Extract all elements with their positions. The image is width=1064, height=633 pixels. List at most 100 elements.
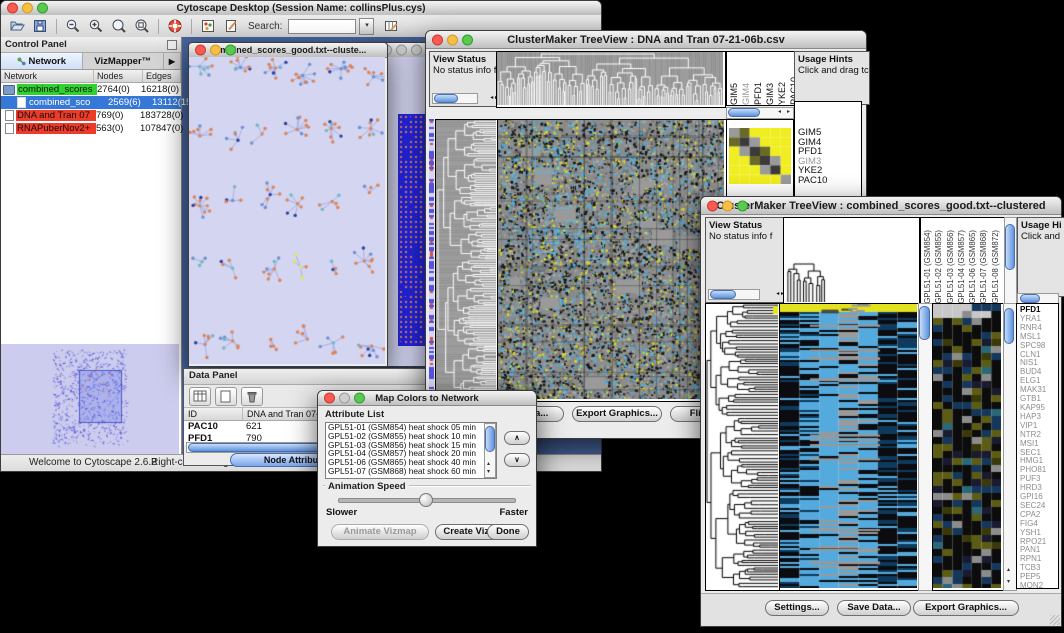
column-label[interactable]: GPL51-08 (GSM872)	[990, 230, 1001, 304]
new-attribute-icon[interactable]	[215, 387, 237, 406]
column-label[interactable]: GPL51-04 (GSM857)	[956, 230, 967, 304]
done-button[interactable]: Done	[487, 524, 529, 540]
column-label[interactable]: GPL51-07 (GSM868)	[978, 230, 989, 304]
row-dendrogram[interactable]	[436, 120, 496, 399]
zoom-selected-icon[interactable]	[109, 17, 129, 35]
save-data-button[interactable]: Save Data...	[837, 600, 911, 616]
minimize-icon[interactable]	[339, 393, 350, 404]
zoom-window-icon[interactable]	[37, 3, 48, 14]
move-up-button[interactable]: ∧	[504, 431, 530, 445]
attribute-scrollbar[interactable]: ▴▾	[484, 423, 496, 478]
data-panel-title[interactable]: Data Panel	[184, 369, 431, 385]
button-footer: Settings... Save Data... Export Graphics…	[701, 593, 1061, 626]
open-session-button[interactable]	[7, 17, 27, 35]
window-controls[interactable]	[7, 3, 48, 14]
row-dendrogram[interactable]	[706, 304, 778, 588]
treeview-combined-titlebar[interactable]: ClusterMaker TreeView : combined_scores_…	[701, 197, 1061, 215]
network-nodes-count: 563(0)	[96, 123, 140, 134]
column-header[interactable]: Network	[1, 70, 94, 82]
tab-vizmapper[interactable]: VizMapper™	[83, 53, 165, 69]
select-attributes-icon[interactable]	[189, 387, 211, 406]
view-status-scrollbar[interactable]	[708, 289, 760, 300]
column-label[interactable]: GPL51-01 (GSM854)	[922, 230, 933, 304]
column-label[interactable]: YKE2	[777, 82, 788, 105]
column-header[interactable]: Nodes	[94, 70, 143, 82]
view-status-scrollbar[interactable]	[432, 93, 478, 104]
network-graph-view[interactable]	[189, 57, 385, 364]
column-label[interactable]: GIM5	[729, 83, 740, 105]
zoom-window-icon[interactable]	[354, 393, 365, 404]
minimize-icon[interactable]	[22, 3, 33, 14]
minimize-icon[interactable]	[447, 34, 458, 45]
animate-vizmap-button[interactable]: Animate Vizmap	[331, 524, 429, 540]
expression-heatmap[interactable]	[498, 120, 724, 399]
close-icon[interactable]	[432, 34, 443, 45]
close-icon[interactable]	[324, 393, 335, 404]
column-dendrogram[interactable]	[784, 218, 917, 302]
heatmap-vscrollbar[interactable]	[918, 303, 933, 591]
treeview-dna-titlebar[interactable]: ClusterMaker TreeView : DNA and Tran 07-…	[426, 31, 866, 49]
zoom-window-icon[interactable]	[737, 200, 748, 211]
similarity-matrix[interactable]	[729, 128, 791, 184]
zoom-fit-icon[interactable]	[132, 17, 152, 35]
zoom-window-icon[interactable]	[411, 45, 422, 56]
chevron-down-icon[interactable]: ▾	[359, 18, 374, 35]
attribute-listbox[interactable]: GPL51-01 (GSM854) heat shock 05 minGPL51…	[325, 422, 497, 479]
column-dendrogram[interactable]	[497, 52, 723, 105]
zoom-in-icon[interactable]	[86, 17, 106, 35]
close-icon[interactable]	[7, 3, 18, 14]
move-down-button[interactable]: ∨	[504, 453, 530, 467]
delete-attribute-icon[interactable]	[241, 387, 263, 406]
vizmapper-icon[interactable]	[198, 17, 218, 35]
column-label[interactable]: GPL51-03 (GSM856)	[945, 230, 956, 304]
zoom-out-icon[interactable]	[63, 17, 83, 35]
close-icon[interactable]	[195, 45, 206, 56]
column-label[interactable]: PFD1	[753, 82, 764, 105]
resize-grip[interactable]	[1050, 615, 1060, 625]
network-row[interactable]: combined_sco 2569(6) 13112(15)	[1, 96, 181, 109]
dialog-titlebar[interactable]: Map Colors to Network	[318, 391, 536, 406]
zoom-window-icon[interactable]	[225, 45, 236, 56]
column-label[interactable]: GPL51-02 (GSM855)	[933, 230, 944, 304]
float-panel-icon[interactable]	[167, 40, 177, 50]
minimize-icon[interactable]	[722, 200, 733, 211]
network-overview-thumbnail[interactable]	[1, 344, 179, 454]
gene-list-panel: PFD1YRA1RNR4MSL1SPC98CLN1NIS1BUD4ELG1MAK…	[1016, 303, 1059, 589]
data-column-header[interactable]: ID	[184, 408, 243, 420]
settings-button[interactable]: Settings...	[765, 600, 829, 616]
network-view-titlebar[interactable]: combined_scores_good.txt--cluste...	[189, 43, 387, 58]
search-input[interactable]	[288, 19, 356, 34]
export-graphics-button[interactable]: Export Graphics...	[913, 600, 1019, 616]
tab-overflow-icon[interactable]: ▶	[164, 53, 181, 69]
expression-heatmap[interactable]	[780, 304, 917, 588]
network-row[interactable]: RNAPuberNov2+ 563(0) 107847(0)	[1, 122, 181, 135]
cytoscape-titlebar[interactable]: Cytoscape Desktop (Session Name: collins…	[1, 1, 601, 16]
attribute-item[interactable]: GPL51-07 (GSM868) heat shock 60 min	[326, 467, 496, 476]
labels-hscrollbar[interactable]: ◂▸	[726, 107, 794, 119]
help-lifesaver-icon[interactable]	[165, 17, 185, 35]
tab-network[interactable]: Network	[1, 53, 83, 69]
export-graphics-button[interactable]: Export Graphics...	[572, 406, 662, 422]
heatmap-panel	[779, 303, 920, 591]
network-table-header: NetworkNodesEdges	[1, 70, 181, 83]
annotation-icon[interactable]	[221, 17, 241, 35]
attribute-browser-icon[interactable]	[381, 17, 401, 35]
network-row[interactable]: combined_scores 2764(0) 16218(0)	[1, 83, 181, 96]
labels-vscrollbar[interactable]	[1004, 217, 1017, 305]
row-label[interactable]: PAC10	[798, 176, 861, 186]
animation-slider-thumb[interactable]	[419, 493, 433, 507]
zoom-window-icon[interactable]	[462, 34, 473, 45]
selection-heatmap[interactable]	[933, 304, 1001, 588]
network-row[interactable]: DNA and Tran 07 769(0) 183728(0)	[1, 109, 181, 122]
column-header[interactable]: Edges	[143, 70, 181, 82]
column-label[interactable]: GIM3	[765, 83, 776, 105]
column-label[interactable]: GIM4	[741, 83, 752, 105]
minimize-icon[interactable]	[396, 45, 407, 56]
view-status-title: View Status	[709, 220, 783, 231]
gene-label[interactable]: MON2	[1020, 582, 1058, 589]
minimize-icon[interactable]	[210, 45, 221, 56]
save-session-button[interactable]	[30, 17, 50, 35]
gene-list-vscrollbar[interactable]: ▴▾	[1003, 303, 1017, 591]
close-icon[interactable]	[707, 200, 718, 211]
column-label[interactable]: GPL51-06 (GSM865)	[967, 230, 978, 304]
